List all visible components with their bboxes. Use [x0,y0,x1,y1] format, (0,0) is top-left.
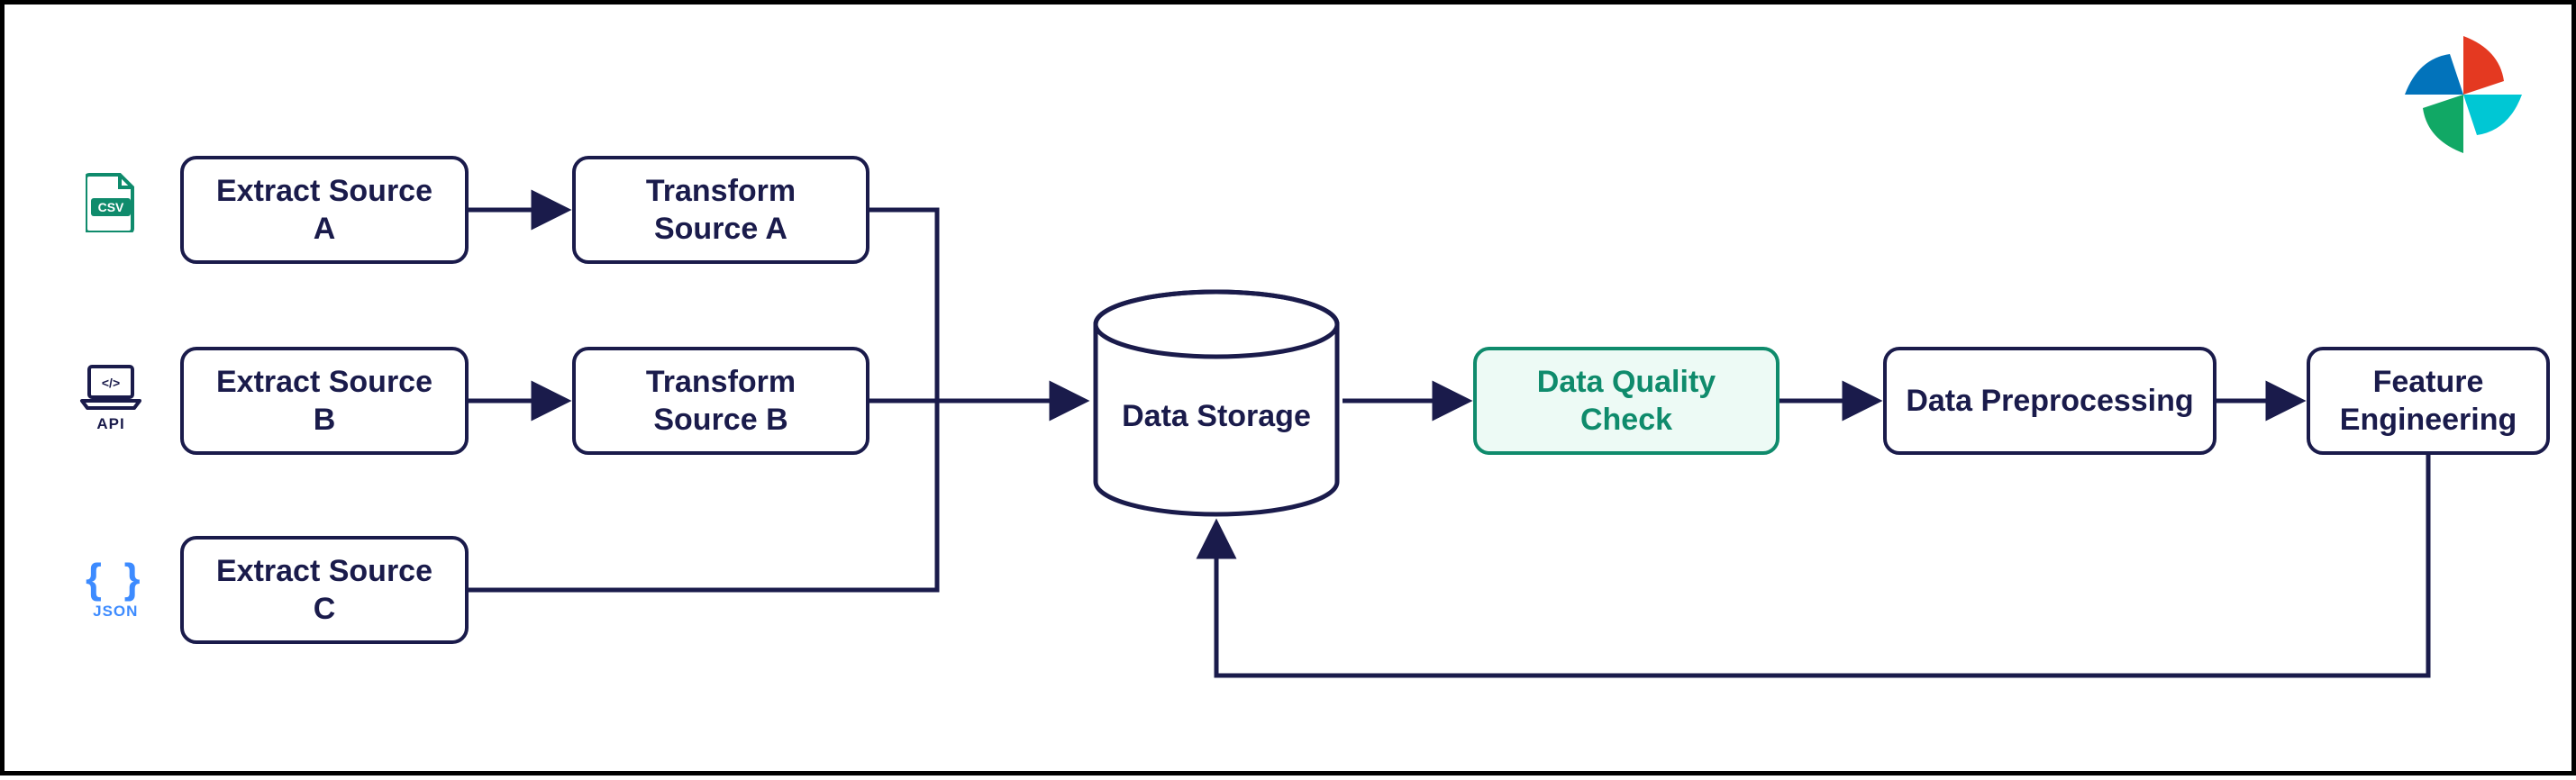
node-extract-c: Extract Source C [180,536,469,644]
node-data-quality-check: Data Quality Check [1473,347,1780,455]
node-transform-a: Transform Source A [572,156,869,264]
node-label: Transform Source B [594,363,848,440]
node-label: Data Preprocessing [1906,382,2193,421]
node-label: Transform Source A [594,172,848,249]
node-feature-engineering: Feature Engineering [2307,347,2550,455]
airflow-logo-icon [2400,32,2526,158]
node-extract-b: Extract Source B [180,347,469,455]
json-braces-icon: { } JSON [86,554,146,621]
node-label: Extract Source C [202,552,447,629]
node-label: Extract Source A [202,172,447,249]
json-label: JSON [93,603,138,621]
node-label: Data Quality Check [1495,363,1758,440]
svg-text:CSV: CSV [98,200,124,214]
csv-file-icon: CSV [86,171,136,232]
diagram-frame: CSV </> API { } JSON Extract Source A Ex… [0,0,2576,775]
node-data-preprocessing: Data Preprocessing [1883,347,2216,455]
node-extract-a: Extract Source A [180,156,469,264]
node-label: Data Storage [1122,397,1311,436]
node-transform-b: Transform Source B [572,347,869,455]
node-data-storage: Data Storage [1090,288,1343,518]
api-laptop-icon: </> API [78,363,143,433]
svg-text:</>: </> [102,376,120,390]
node-label: Feature Engineering [2328,363,2528,440]
node-label: Extract Source B [202,363,447,440]
api-label: API [96,415,124,433]
